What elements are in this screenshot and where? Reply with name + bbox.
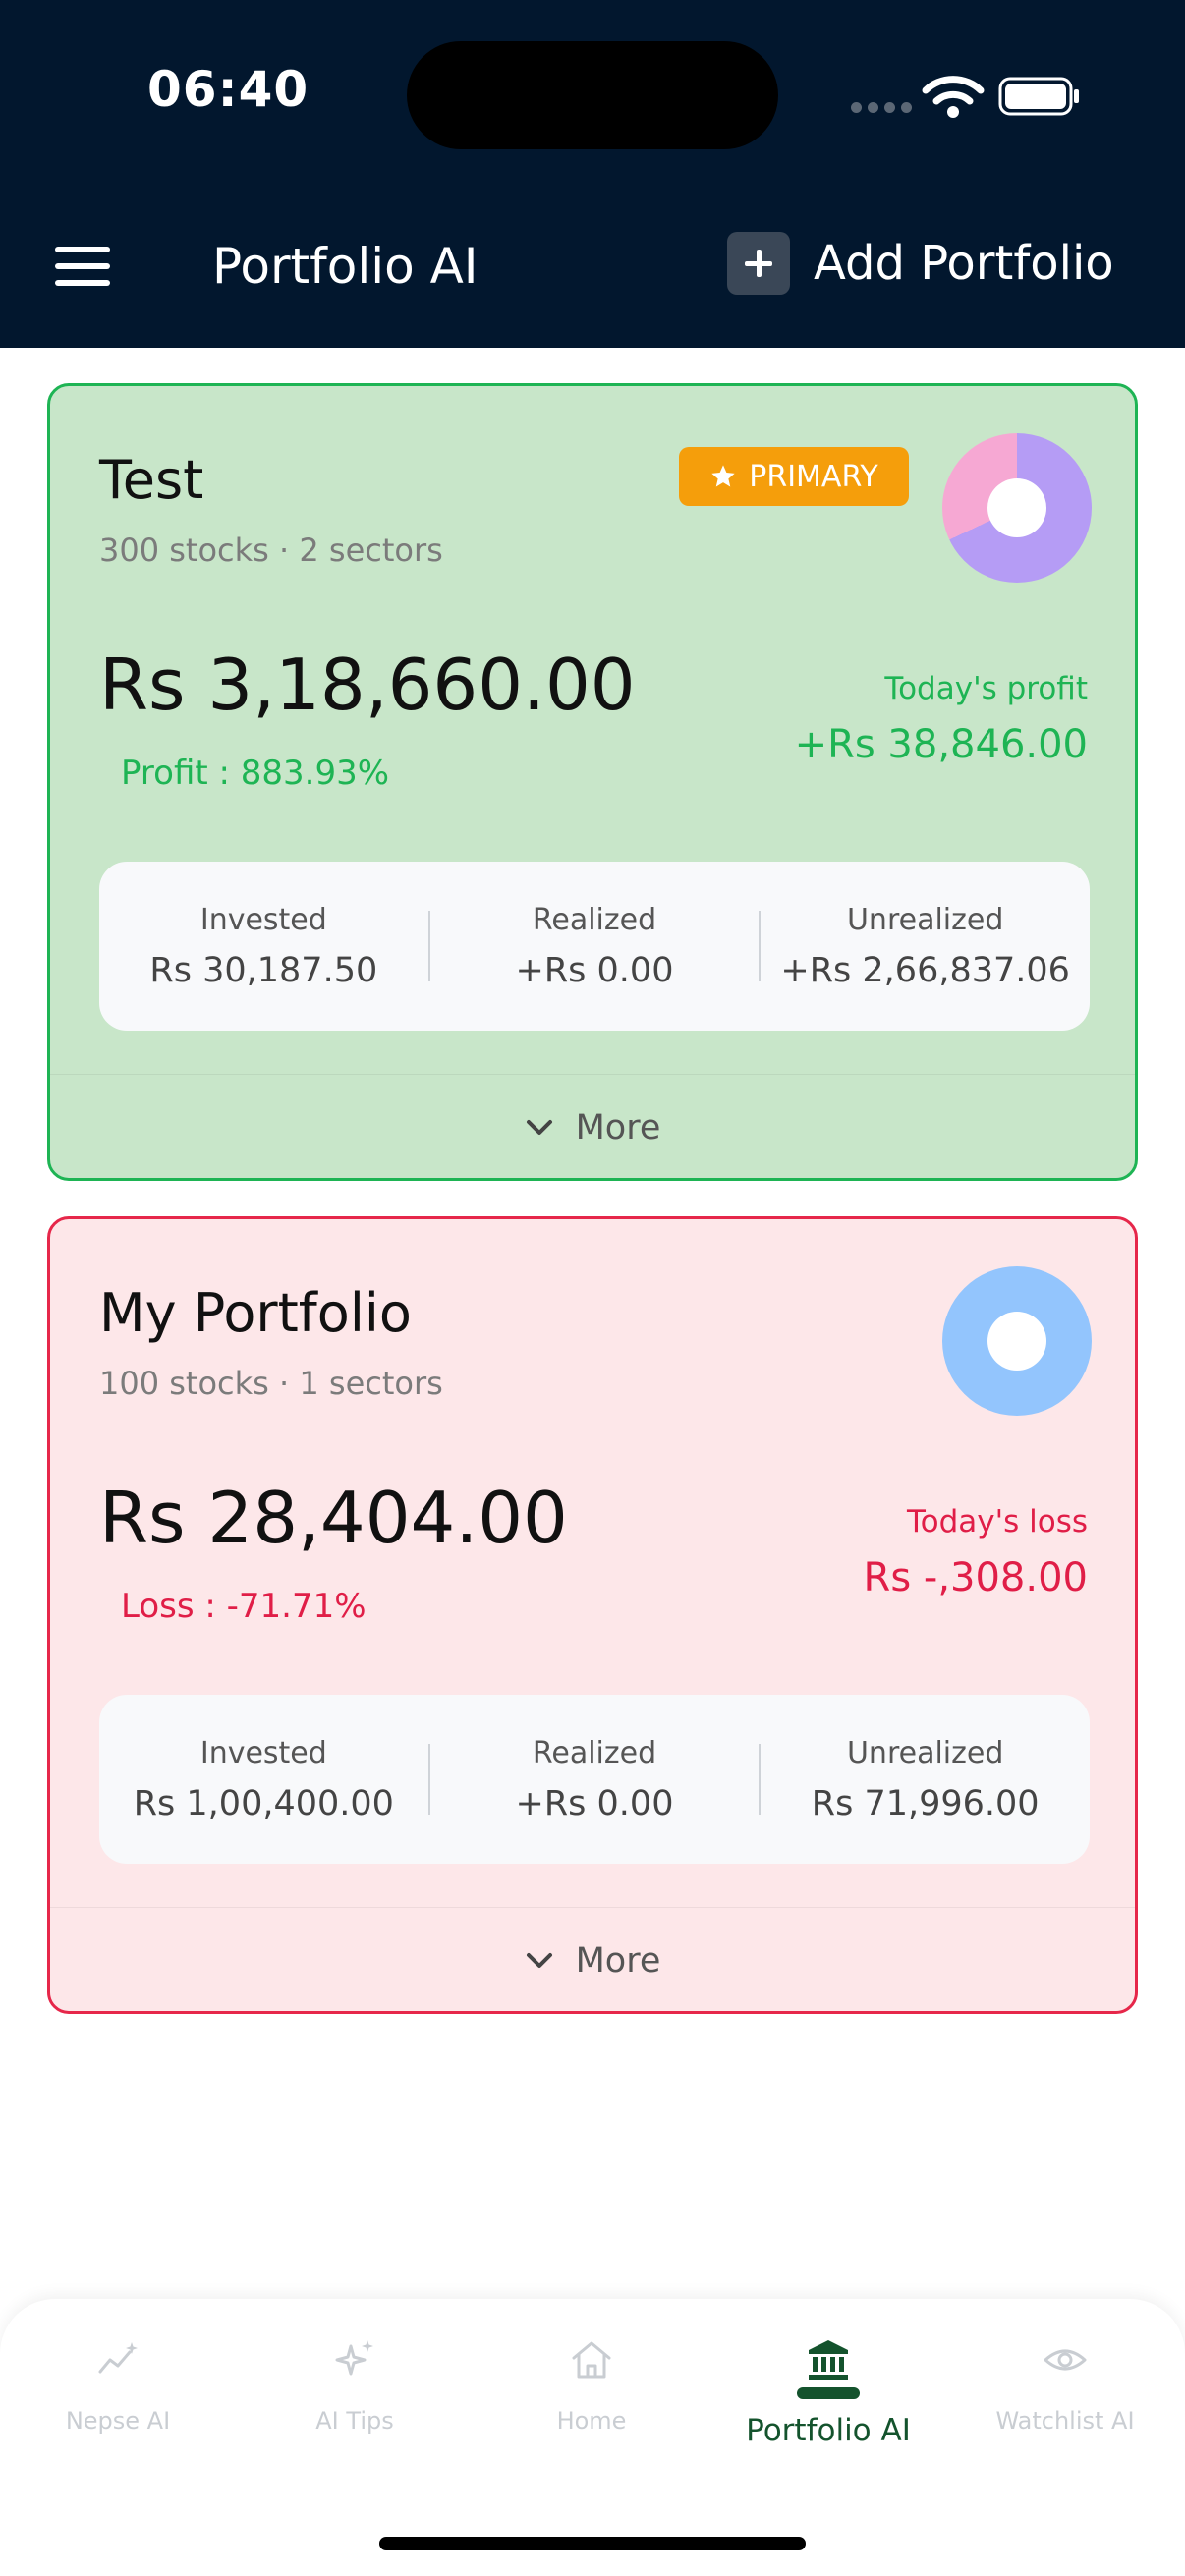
unrealized-value: Rs 71,996.00	[811, 1783, 1040, 1823]
nav-label: Portfolio AI	[746, 2413, 911, 2448]
more-label: More	[575, 1107, 661, 1148]
unrealized-stat: Unrealized +Rs 2,66,837.06	[761, 903, 1090, 990]
signal-icon	[851, 102, 912, 113]
nav-item-nepse-ai[interactable]: Nepse AI	[0, 2330, 236, 2488]
realized-value: +Rs 0.00	[515, 1783, 674, 1823]
nav-item-ai-tips[interactable]: AI Tips	[237, 2330, 473, 2488]
badge-label: PRIMARY	[749, 459, 878, 494]
home-indicator	[379, 2537, 806, 2550]
nav-label: Home	[556, 2407, 627, 2435]
eye-icon	[1044, 2349, 1087, 2371]
dynamic-island	[407, 41, 778, 149]
today-loss-label: Today's loss	[906, 1504, 1088, 1540]
portfolio-card[interactable]: Test 300 stocks · 2 sectors PRIMARY Rs 3…	[47, 383, 1138, 1181]
portfolio-value: Rs 3,18,660.00	[99, 644, 636, 726]
invested-value: Rs 1,00,400.00	[133, 1783, 394, 1823]
nav-label: Nepse AI	[65, 2407, 171, 2435]
nav-label: AI Tips	[315, 2407, 394, 2435]
sector-pie-chart	[942, 1266, 1092, 1416]
portfolio-summary: 300 stocks · 2 sectors	[99, 532, 443, 569]
today-profit-label: Today's profit	[884, 671, 1088, 706]
page-title: Portfolio AI	[212, 238, 479, 295]
sparkles-icon	[335, 2340, 373, 2376]
nav-item-portfolio-ai[interactable]: Portfolio AI	[710, 2330, 946, 2488]
realized-stat: Realized +Rs 0.00	[430, 903, 760, 990]
realized-stat: Realized +Rs 0.00	[430, 1736, 760, 1823]
menu-icon[interactable]	[55, 247, 110, 286]
active-indicator	[797, 2387, 860, 2399]
wifi-icon	[922, 76, 985, 118]
add-portfolio-button[interactable]: Add Portfolio	[727, 230, 1114, 297]
loss-percentage: Loss : -71.71%	[121, 1587, 367, 1626]
nav-item-watchlist-ai[interactable]: Watchlist AI	[947, 2330, 1183, 2488]
profit-percentage: Profit : 883.93%	[121, 754, 390, 793]
add-portfolio-label: Add Portfolio	[814, 236, 1114, 291]
portfolio-summary: 100 stocks · 1 sectors	[99, 1365, 443, 1402]
battery-icon	[998, 77, 1079, 116]
primary-badge: PRIMARY	[679, 447, 909, 506]
unrealized-label: Unrealized	[846, 902, 1004, 937]
more-label: More	[575, 1940, 661, 1981]
star-icon	[711, 465, 735, 487]
home-icon	[572, 2341, 611, 2379]
bank-icon	[809, 2340, 848, 2380]
invested-label: Invested	[199, 902, 327, 937]
invested-stat: Invested Rs 1,00,400.00	[99, 1736, 428, 1823]
portfolio-value: Rs 28,404.00	[99, 1477, 568, 1559]
sector-pie-chart	[942, 433, 1092, 583]
portfolio-name: My Portfolio	[99, 1282, 412, 1344]
plus-icon	[727, 232, 790, 295]
chart-sparkle-icon	[98, 2342, 138, 2374]
portfolio-stats: Invested Rs 1,00,400.00 Realized +Rs 0.0…	[99, 1695, 1090, 1864]
bottom-nav: Nepse AI AI Tips Home Portfolio AI Watch…	[0, 2299, 1185, 2576]
realized-value: +Rs 0.00	[515, 950, 674, 990]
unrealized-stat: Unrealized Rs 71,996.00	[761, 1736, 1090, 1823]
realized-label: Realized	[532, 1735, 657, 1770]
portfolio-stats: Invested Rs 30,187.50 Realized +Rs 0.00 …	[99, 862, 1090, 1031]
invested-stat: Invested Rs 30,187.50	[99, 903, 428, 990]
invested-label: Invested	[199, 1735, 327, 1770]
portfolio-name: Test	[99, 449, 204, 511]
today-loss-value: Rs -,308.00	[863, 1555, 1088, 1600]
app-header: 06:40 Portfolio AI Add Portfolio	[0, 0, 1185, 348]
unrealized-value: +Rs 2,66,837.06	[780, 950, 1070, 990]
realized-label: Realized	[532, 902, 657, 937]
invested-value: Rs 30,187.50	[149, 950, 378, 990]
nav-label: Watchlist AI	[995, 2407, 1135, 2435]
today-profit-value: +Rs 38,846.00	[794, 722, 1088, 767]
chevron-down-icon	[526, 1119, 552, 1135]
more-button[interactable]: More	[50, 1074, 1135, 1178]
nav-item-home[interactable]: Home	[474, 2330, 709, 2488]
more-button[interactable]: More	[50, 1907, 1135, 2011]
chevron-down-icon	[526, 1952, 552, 1968]
status-time: 06:40	[147, 61, 310, 118]
portfolio-card[interactable]: My Portfolio 100 stocks · 1 sectors Rs 2…	[47, 1216, 1138, 2014]
unrealized-label: Unrealized	[846, 1735, 1004, 1770]
